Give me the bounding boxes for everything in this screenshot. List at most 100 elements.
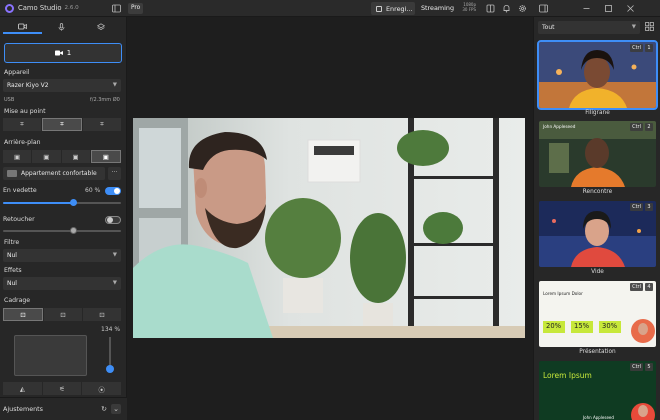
- flip-button[interactable]: ◭: [3, 382, 42, 395]
- framing-actions: ◭ ⚟ ⦿: [3, 382, 122, 395]
- effects-select[interactable]: Nul ▼: [3, 277, 121, 290]
- framing-preview[interactable]: [14, 335, 87, 376]
- scene-shortcut-number: 3: [645, 203, 653, 211]
- scene-shortcut-number: 5: [645, 363, 653, 371]
- device-select[interactable]: Razer Kiyo V2 ▼: [3, 79, 121, 92]
- retouch-slider-thumb[interactable]: [70, 227, 78, 234]
- framing-label: Cadrage: [4, 297, 31, 304]
- focus-auto-button[interactable]: ⌗: [42, 118, 82, 131]
- app-name: Camo Studio: [18, 4, 62, 12]
- background-value: Appartement confortable: [21, 170, 97, 177]
- scene-card-5[interactable]: Lorem Ipsum John Appleseed Ctrl 5: [539, 361, 656, 420]
- scene-card-2[interactable]: John Appleseed Ctrl 2: [539, 121, 656, 187]
- chevron-down-icon: ▼: [112, 252, 117, 258]
- scene-card-3[interactable]: Ctrl 3: [539, 201, 656, 267]
- app-version: 2.6.0: [64, 5, 79, 11]
- minimize-icon[interactable]: [582, 4, 591, 13]
- spotlight-toggle[interactable]: [105, 187, 121, 195]
- background-select[interactable]: Appartement confortable: [3, 167, 105, 180]
- focus-manual-button[interactable]: ⌗: [3, 118, 41, 131]
- flip-icon: ◭: [19, 384, 25, 393]
- spotlight-label: En vedette: [3, 187, 37, 194]
- blur-person-icon: ▣: [43, 152, 50, 161]
- scene-overlay-text: John Appleseed: [543, 124, 576, 129]
- scene-label-4: Présentation: [579, 349, 616, 355]
- tab-video[interactable]: [3, 20, 43, 34]
- chevron-down-icon[interactable]: ⌄: [111, 404, 121, 414]
- gear-icon[interactable]: [518, 4, 527, 13]
- scene-overlay-text: Lorem Ipsum Dolor: [543, 291, 583, 296]
- focus-tap-button[interactable]: ⌗: [83, 118, 121, 131]
- scene-card-1[interactable]: Ctrl 1: [537, 40, 658, 110]
- background-blur-button[interactable]: ▣: [32, 150, 61, 163]
- video-camera-icon: [54, 50, 63, 56]
- tab-layers[interactable]: [82, 20, 121, 34]
- camera-preview[interactable]: [133, 118, 525, 338]
- scene-shortcut-modifier: Ctrl: [630, 123, 643, 131]
- background-thumbnail: [7, 170, 17, 177]
- tab-audio[interactable]: [42, 20, 81, 34]
- bell-icon[interactable]: [502, 4, 511, 13]
- focus-point-icon: ⌗: [100, 120, 104, 128]
- scene-filter-select[interactable]: Tout ▼: [538, 21, 640, 34]
- spotlight-slider-thumb[interactable]: [70, 199, 78, 206]
- panel-toggle-icon[interactable]: [539, 4, 548, 13]
- focus-mode-segment: ⌗ ⌗ ⌗: [3, 118, 121, 131]
- retouch-slider[interactable]: [3, 227, 121, 234]
- scene-shortcut-modifier: Ctrl: [630, 44, 643, 52]
- camera-source-label: 1: [66, 49, 72, 57]
- grid-view-icon[interactable]: [645, 22, 655, 32]
- scene-shortcut-modifier: Ctrl: [630, 283, 643, 291]
- scene-overlay-footer: John Appleseed: [583, 415, 614, 420]
- spotlight-slider[interactable]: [3, 199, 121, 206]
- ellipsis-icon: ···: [111, 169, 118, 176]
- zoom-slider-thumb[interactable]: [106, 365, 114, 373]
- zoom-value: 134 %: [101, 326, 121, 333]
- zoom-slider[interactable]: [106, 337, 114, 373]
- framing-person-icon: ⊡: [99, 310, 105, 319]
- streaming-button[interactable]: Streaming: [421, 3, 454, 14]
- lens-info: f/2.3mm Ø0: [90, 97, 120, 103]
- device-value: Razer Kiyo V2: [7, 82, 49, 89]
- adjust-button[interactable]: ⚟: [42, 382, 82, 395]
- focus-frame-icon: ⌗: [20, 120, 24, 128]
- chevron-down-icon: ▼: [112, 82, 117, 88]
- more-options-button[interactable]: ···: [108, 167, 121, 180]
- retouch-toggle[interactable]: [105, 216, 121, 224]
- split-view-icon[interactable]: [486, 4, 495, 13]
- sidebar-toggle-icon[interactable]: [112, 4, 121, 13]
- scene-shortcut-number: 2: [645, 123, 653, 131]
- close-icon[interactable]: [626, 4, 635, 13]
- framing-track-button[interactable]: ⊡: [3, 308, 43, 321]
- spotlight-value: 60 %: [85, 187, 101, 194]
- framing-center-button[interactable]: ⊡: [44, 308, 82, 321]
- scene-card-4[interactable]: Lorem Ipsum Dolor 20% 15% 30% Ctrl 4: [539, 281, 656, 347]
- record-button[interactable]: Enregi...: [371, 2, 415, 15]
- maximize-icon[interactable]: [604, 4, 613, 13]
- framing-person-button[interactable]: ⊡: [83, 308, 121, 321]
- sliders-icon: ⚟: [59, 384, 65, 393]
- reset-icon[interactable]: ↻: [99, 404, 109, 414]
- background-replace-button[interactable]: ▣: [90, 150, 121, 163]
- camera-source-button[interactable]: 1: [4, 43, 122, 63]
- background-none-button[interactable]: ▣: [3, 150, 32, 163]
- rotate-icon: ⦿: [98, 385, 105, 394]
- scene-stat-3: 30%: [602, 322, 618, 330]
- scene-stat-1: 20%: [546, 322, 562, 330]
- video-camera-icon: [18, 23, 28, 29]
- microphone-icon: [59, 23, 65, 31]
- adjustments-section[interactable]: Ajustements ↻ ⌄: [0, 397, 127, 420]
- scene-shortcut-modifier: Ctrl: [630, 203, 643, 211]
- background-mode-segment: ▣ ▣ ▣ ▣: [3, 150, 121, 163]
- background-remove-button[interactable]: ▣: [61, 150, 90, 163]
- background-label: Arrière-plan: [4, 139, 41, 146]
- record-label: Enregi...: [386, 4, 413, 13]
- replace-background-icon: ▣: [102, 152, 109, 161]
- controls-panel: 1 Appareil Razer Kiyo V2 ▼ USB f/2.3mm Ø…: [0, 17, 127, 420]
- framing-mode-segment: ⊡ ⊡ ⊡: [3, 308, 121, 321]
- filter-label: Filtre: [4, 239, 20, 246]
- filter-select[interactable]: Nul ▼: [3, 249, 121, 262]
- chevron-down-icon: ▼: [112, 280, 117, 286]
- rotate-button[interactable]: ⦿: [82, 382, 122, 395]
- scene-stat-2: 15%: [574, 322, 590, 330]
